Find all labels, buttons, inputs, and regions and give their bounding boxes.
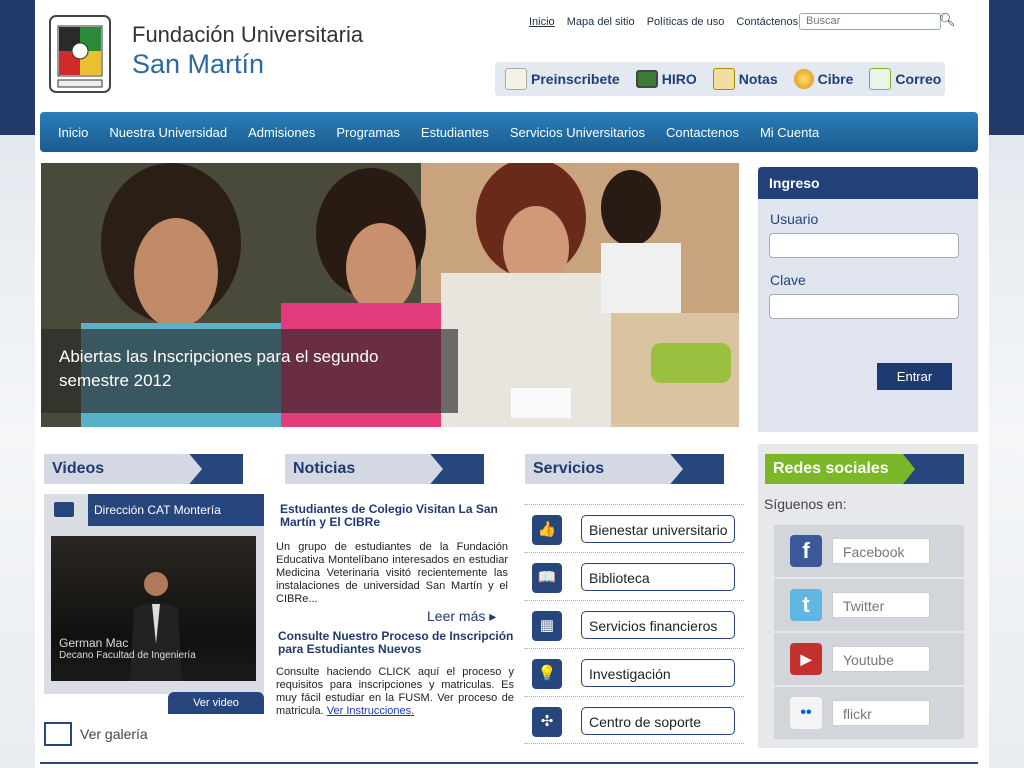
quick-preinscribete[interactable]: Preinscribete: [505, 68, 620, 90]
social-twitter[interactable]: t Twitter: [774, 579, 964, 631]
quick-correo[interactable]: Correo: [869, 68, 941, 90]
watch-video-button[interactable]: Ver video: [168, 692, 264, 714]
services-title: Servicios: [533, 460, 605, 477]
toplink-policies[interactable]: Políticas de uso: [647, 16, 725, 28]
social-facebook[interactable]: f Facebook: [774, 525, 964, 577]
toplink-contact[interactable]: Contáctenos: [736, 16, 798, 28]
film-strip-icon: [44, 722, 72, 746]
services-header: Servicios: [525, 454, 724, 484]
video-overlay-role: Decano Facultad de Ingeniería: [59, 650, 196, 661]
service-biblioteca[interactable]: 📖 Biblioteca: [524, 552, 744, 599]
service-bienestar[interactable]: 👍 Bienestar universitario: [524, 504, 744, 551]
form-icon: [505, 68, 527, 90]
support-icon: ✣: [532, 707, 562, 737]
social-flickr[interactable]: •• flickr: [774, 687, 964, 739]
social-title: Redes sociales: [773, 460, 889, 477]
username-label: Usuario: [770, 211, 819, 227]
social-panel: Redes sociales Síguenos en: f Facebook t…: [758, 444, 978, 748]
nav-inicio[interactable]: Inicio: [58, 125, 88, 140]
thumbs-up-icon: 👍: [532, 515, 562, 545]
book-icon: 📖: [532, 563, 562, 593]
video-overlay-name: German Mac: [59, 636, 129, 650]
calculator-icon: ▦: [532, 611, 562, 641]
video-item-title[interactable]: Dirección CAT Montería: [88, 494, 264, 526]
search-icon[interactable]: 🔍︎: [939, 12, 956, 28]
facebook-icon: f: [790, 535, 822, 567]
quick-hiro[interactable]: HIRO: [635, 70, 697, 88]
nav-servicios-universitarios[interactable]: Servicios Universitarios: [510, 125, 645, 140]
monitor-icon: [635, 70, 658, 88]
gallery-label: Ver galería: [80, 726, 148, 742]
clipboard-icon: [712, 68, 735, 90]
lightbulb-icon: 💡: [532, 659, 562, 689]
hero-caption: Abiertas las Inscripciones para el segun…: [41, 329, 458, 413]
news-headline-2[interactable]: Consulte Nuestro Proceso de Inscripción …: [276, 630, 514, 656]
social-youtube[interactable]: ▶ Youtube: [774, 633, 964, 685]
nav-mi-cuenta[interactable]: Mi Cuenta: [760, 125, 819, 140]
follow-us-label: Síguenos en:: [764, 496, 847, 512]
nav-contactenos[interactable]: Contactenos: [666, 125, 739, 140]
brand-name-line2: San Martín: [132, 49, 265, 79]
login-button[interactable]: Entrar: [877, 363, 952, 390]
nav-programas[interactable]: Programas: [336, 125, 400, 140]
news-title: Noticias: [293, 460, 356, 477]
video-box: Dirección CAT Montería German Mac Decano…: [44, 494, 264, 694]
username-field[interactable]: [769, 233, 959, 258]
page-container: Fundación Universitaria San Martín Inici…: [35, 0, 989, 768]
videos-header: Videos: [44, 454, 243, 484]
toplink-sitemap[interactable]: Mapa del sitio: [567, 16, 635, 28]
brand-name-line1: Fundación Universitaria: [132, 22, 364, 47]
nav-admisiones[interactable]: Admisiones: [248, 125, 315, 140]
orb-icon: [793, 69, 814, 89]
service-financieros[interactable]: ▦ Servicios financieros: [524, 600, 744, 647]
login-title: Ingreso: [758, 167, 978, 199]
mail-icon: [869, 68, 892, 90]
videos-title: Videos: [52, 460, 105, 477]
university-seal-logo[interactable]: [48, 14, 112, 94]
video-camera-icon: [54, 502, 74, 517]
service-investigacion[interactable]: 💡 Investigación: [524, 648, 744, 695]
flickr-icon: ••: [790, 697, 822, 729]
instructions-link[interactable]: Ver Instrucciones.: [327, 705, 414, 717]
quick-notas[interactable]: Notas: [712, 68, 778, 90]
news-item-1: Estudiantes de Colegio Visitan La San Ma…: [276, 503, 508, 606]
password-label: Clave: [770, 272, 806, 288]
nav-estudiantes[interactable]: Estudiantes: [421, 125, 489, 140]
hero-banner[interactable]: Abiertas las Inscripciones para el segun…: [41, 163, 739, 427]
news-header: Noticias: [285, 454, 484, 484]
youtube-icon: ▶: [790, 643, 822, 675]
main-nav: Inicio Nuestra Universidad Admisiones Pr…: [40, 112, 978, 152]
gallery-link[interactable]: Ver galería: [44, 722, 148, 746]
password-field[interactable]: [769, 294, 959, 319]
social-header: Redes sociales: [765, 454, 964, 484]
service-soporte[interactable]: ✣ Centro de soporte: [524, 696, 744, 744]
news-headline-1[interactable]: Estudiantes de Colegio Visitan La San Ma…: [276, 503, 508, 529]
video-presenter: [130, 572, 182, 681]
top-links: Inicio Mapa del sitio Políticas de uso C…: [529, 16, 807, 28]
video-player[interactable]: German Mac Decano Facultad de Ingeniería: [51, 536, 256, 681]
toplink-inicio[interactable]: Inicio: [529, 16, 555, 28]
search-input[interactable]: [799, 13, 941, 30]
footer-divider: [40, 762, 978, 764]
twitter-icon: t: [790, 589, 822, 621]
login-panel: Ingreso Usuario Clave Entrar: [758, 167, 978, 432]
news-item-2: Consulte Nuestro Proceso de Inscripción …: [276, 630, 514, 718]
quick-access-bar: Preinscribete HIRO Notas Cibre Correo: [495, 62, 945, 96]
news-body-1: Un grupo de estudiantes de la Fundación …: [276, 541, 508, 605]
read-more-link[interactable]: Leer más ▸: [427, 608, 496, 625]
quick-cibre[interactable]: Cibre: [793, 69, 853, 89]
nav-nuestra-universidad[interactable]: Nuestra Universidad: [109, 125, 227, 140]
news-body-2: Consulte haciendo CLICK aquí el proceso …: [276, 666, 514, 717]
